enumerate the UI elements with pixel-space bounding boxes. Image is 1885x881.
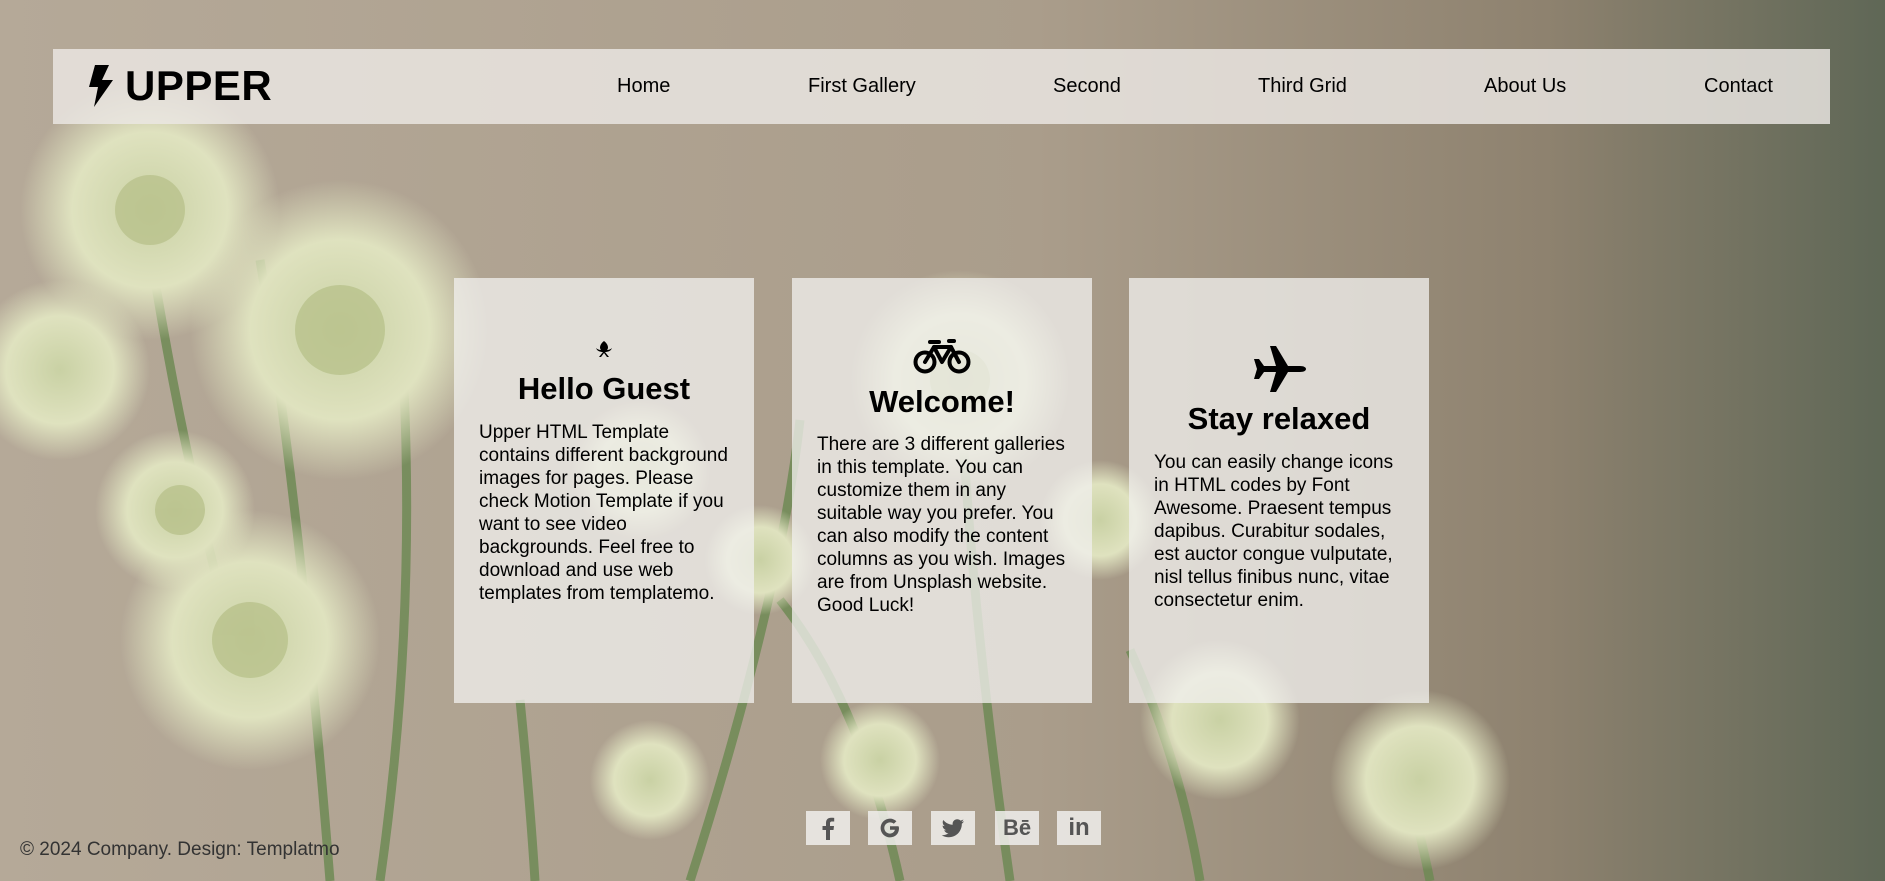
nav-first-gallery[interactable]: First Gallery bbox=[808, 49, 916, 124]
nav-third-grid[interactable]: Third Grid bbox=[1258, 49, 1347, 124]
plane-icon bbox=[1254, 346, 1306, 392]
brand-name: UPPER bbox=[125, 62, 273, 109]
linkedin-icon: in bbox=[1068, 814, 1090, 841]
twitter-link[interactable] bbox=[931, 811, 975, 845]
nav-home[interactable]: Home bbox=[617, 49, 670, 124]
bicycle-icon bbox=[913, 339, 971, 374]
behance-link[interactable]: Bē bbox=[995, 811, 1039, 845]
brand-logo[interactable]: UPPER bbox=[87, 62, 272, 110]
nav-contact[interactable]: Contact bbox=[1704, 49, 1773, 124]
card-text: Upper HTML Template contains different b… bbox=[479, 422, 728, 604]
navbar: UPPER Home First Gallery Second Third Gr… bbox=[53, 49, 1830, 124]
card-welcome: Welcome! There are 3 different galleries… bbox=[792, 278, 1092, 703]
card-title: Hello Guest bbox=[517, 371, 691, 406]
google-link[interactable] bbox=[868, 811, 912, 845]
bolt-icon bbox=[89, 65, 113, 107]
card-stay-relaxed: Stay relaxed You can easily change icons… bbox=[1129, 278, 1429, 703]
facebook-icon bbox=[822, 817, 835, 840]
nav-second[interactable]: Second bbox=[1053, 49, 1121, 124]
facebook-link[interactable] bbox=[806, 811, 850, 845]
linkedin-link[interactable]: in bbox=[1057, 811, 1101, 845]
card-title: Welcome! bbox=[869, 384, 1015, 419]
copyright-text: © 2024 Company. Design: Templatmo bbox=[20, 839, 340, 860]
card-text: There are 3 different galleries in this … bbox=[817, 434, 1066, 616]
card-title: Stay relaxed bbox=[1187, 401, 1371, 436]
google-icon bbox=[880, 818, 899, 838]
nav-about-us[interactable]: About Us bbox=[1484, 49, 1566, 124]
card-hello-guest: Hello Guest Upper HTML Template contains… bbox=[454, 278, 754, 703]
twitter-icon bbox=[941, 819, 964, 838]
card-text: You can easily change icons in HTML code… bbox=[1154, 452, 1394, 611]
behance-icon: Bē bbox=[1002, 815, 1032, 840]
leaf-icon bbox=[596, 341, 612, 357]
